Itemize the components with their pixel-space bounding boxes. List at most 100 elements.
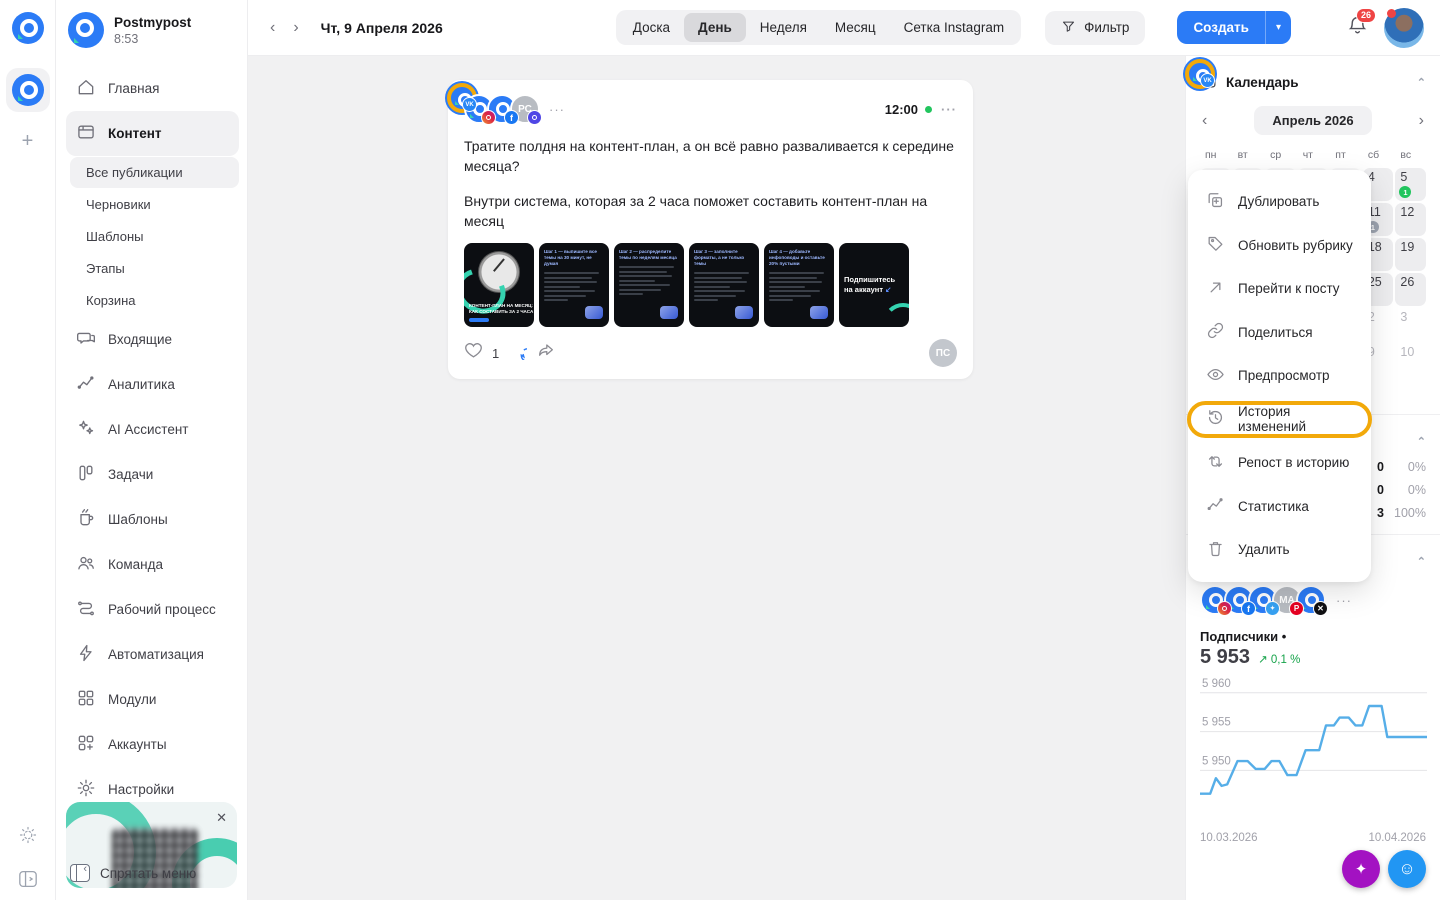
view-tab[interactable]: Неделя xyxy=(746,13,821,42)
calendar-day[interactable]: 3 xyxy=(1395,308,1426,341)
create-dropdown-button[interactable]: ▾ xyxy=(1265,11,1291,44)
collapse-analytics-icon[interactable]: ⌃ xyxy=(1417,555,1426,568)
share-icon[interactable] xyxy=(536,341,556,365)
menu-item-history[interactable]: История изменений xyxy=(1188,398,1371,442)
ai-assistant-fab[interactable]: ✦ xyxy=(1342,850,1380,888)
menu-item-duplicate[interactable]: Дублировать xyxy=(1188,180,1371,224)
tag-icon xyxy=(1206,234,1225,256)
like-icon[interactable] xyxy=(464,341,483,365)
brand[interactable]: Postmypost 8:53 xyxy=(66,10,239,66)
duplicate-icon xyxy=(1206,191,1225,213)
content-icon xyxy=(76,122,96,145)
networks-more-icon[interactable]: ··· xyxy=(1336,593,1352,608)
sidebar-item-workflow[interactable]: Рабочий процесс xyxy=(66,587,239,632)
sidebar-subitem[interactable]: Все публикации xyxy=(70,157,239,188)
filter-button[interactable]: Фильтр xyxy=(1045,11,1145,45)
stats-icon xyxy=(1206,495,1225,517)
sidebar-item-label: AI Ассистент xyxy=(108,422,188,437)
view-tab[interactable]: День xyxy=(684,13,746,42)
notifications-button[interactable]: 26 xyxy=(1347,15,1368,41)
user-avatar[interactable] xyxy=(1384,8,1424,48)
view-tab[interactable]: Доска xyxy=(619,13,684,42)
sidebar-item-team[interactable]: Команда xyxy=(66,542,239,587)
sidebar-subitem[interactable]: Шаблоны xyxy=(70,221,239,252)
prev-day-button[interactable]: ‹ xyxy=(270,20,275,36)
post-thumbnail[interactable]: Шаг 4 — добавьте инфоповоды и оставьте 2… xyxy=(764,243,834,327)
menu-item-repost[interactable]: Репост в историю xyxy=(1188,441,1371,485)
add-workspace-button[interactable]: + xyxy=(22,130,34,153)
next-day-button[interactable]: › xyxy=(293,20,298,36)
sidebar-subitem[interactable]: Корзина xyxy=(70,285,239,316)
sidebar-item-content[interactable]: Контент xyxy=(66,111,239,156)
sidebar-item-templates[interactable]: Шаблоны xyxy=(66,497,239,542)
thumbnail-3d-graphic xyxy=(660,306,678,319)
calendar-day[interactable]: 19 xyxy=(1395,238,1426,271)
thumbnail-text-bars xyxy=(544,272,604,301)
collapse-panel-icon[interactable] xyxy=(18,870,38,888)
sidebar-item-tasks[interactable]: Задачи xyxy=(66,452,239,497)
collapse-calendar-icon[interactable]: ⌃ xyxy=(1417,76,1426,89)
sidebar-item-accounts[interactable]: Аккаунты xyxy=(66,722,239,767)
support-chat-fab[interactable]: ☺ xyxy=(1388,850,1426,888)
menu-item-trash[interactable]: Удалить xyxy=(1188,528,1371,572)
sidebar: Postmypost 8:53 ГлавнаяКонтентВсе публик… xyxy=(56,0,248,900)
sidebar-item-home[interactable]: Главная xyxy=(66,66,239,111)
sidebar-subitem[interactable]: Этапы xyxy=(70,253,239,284)
hide-menu-icon xyxy=(70,864,90,882)
menu-item-link[interactable]: Поделиться xyxy=(1188,311,1371,355)
comment-icon[interactable] xyxy=(508,341,527,365)
menu-item-stats[interactable]: Статистика xyxy=(1188,485,1371,529)
sidebar-item-analytics[interactable]: Аналитика xyxy=(66,362,239,407)
workspace-logo-icon xyxy=(12,74,44,106)
banner-close-icon[interactable]: ✕ xyxy=(216,810,227,826)
topbar: ‹ › Чт, 9 Апреля 2026 ДоскаДеньНеделяМес… xyxy=(248,0,1440,56)
create-button[interactable]: Создать xyxy=(1177,11,1265,44)
menu-item-external-link[interactable]: Перейти к посту xyxy=(1188,267,1371,311)
month-selector[interactable]: Апрель 2026 xyxy=(1254,106,1371,135)
sidebar-item-label: Аккаунты xyxy=(108,737,167,752)
sidebar-item-automation[interactable]: Автоматизация xyxy=(66,632,239,677)
prev-month-button[interactable]: ‹ xyxy=(1202,113,1207,129)
workspace-switcher[interactable] xyxy=(6,68,50,112)
sidebar-item-inbox[interactable]: Входящие xyxy=(66,317,239,362)
weekday-header: пт xyxy=(1330,145,1361,166)
post-thumbnail[interactable]: КОНТЕНТ-ПЛАН НА МЕСЯЦ: КАК СОСТАВИТЬ ЗА … xyxy=(464,243,534,327)
view-tab[interactable]: Сетка Instagram xyxy=(890,13,1018,42)
post-thumbnail[interactable]: Шаг 2 — распределите темы по неделям мес… xyxy=(614,243,684,327)
post-thumbnail[interactable]: Подпишитесь на аккаунт ↙ xyxy=(839,243,909,327)
repost-icon xyxy=(1206,452,1225,474)
stage-percent: 0% xyxy=(1392,483,1426,497)
calendar-day[interactable]: 51 xyxy=(1395,168,1426,201)
menu-item-eye[interactable]: Предпросмотр xyxy=(1188,354,1371,398)
thumbnail-3d-graphic xyxy=(810,306,828,319)
team-icon xyxy=(76,553,96,576)
next-month-button[interactable]: › xyxy=(1419,113,1424,129)
subscribers-delta: ↗ 0,1 % xyxy=(1258,652,1300,666)
brightness-icon[interactable] xyxy=(19,826,37,844)
avatars-more-icon[interactable]: ··· xyxy=(549,102,565,117)
menu-item-tag[interactable]: Обновить рубрику xyxy=(1188,224,1371,268)
calendar-day[interactable]: 10 xyxy=(1395,343,1426,376)
view-tab[interactable]: Месяц xyxy=(821,13,890,42)
post-menu-icon[interactable]: ··· xyxy=(941,102,957,117)
calendar-day[interactable]: 26 xyxy=(1395,273,1426,306)
accounts-icon xyxy=(76,733,96,756)
postmypost-logo-icon[interactable] xyxy=(12,12,44,44)
analytics-network-avatars: VKf✦МАP✕··· xyxy=(1200,585,1426,615)
post-thumbnail[interactable]: Шаг 1 — выпишите все темы на 30 минут, н… xyxy=(539,243,609,327)
sidebar-item-modules[interactable]: Модули xyxy=(66,677,239,722)
calendar-title: Календарь xyxy=(1226,75,1299,90)
post-card[interactable]: VKfРС ··· 12:00 ··· Тратите полдня на ко… xyxy=(448,80,973,379)
calendar-day[interactable]: 12 xyxy=(1395,203,1426,236)
hide-menu-button[interactable]: Спрятать меню xyxy=(70,864,196,882)
author-avatar[interactable]: ПС xyxy=(929,339,957,367)
settings-icon xyxy=(76,778,96,801)
sidebar-subitem[interactable]: Черновики xyxy=(70,189,239,220)
stage-count: 0 xyxy=(1377,460,1384,474)
menu-item-label: Статистика xyxy=(1238,499,1309,514)
collapse-stages-icon[interactable]: ⌃ xyxy=(1417,435,1426,448)
sidebar-item-ai[interactable]: AI Ассистент xyxy=(66,407,239,452)
instagram-badge-icon xyxy=(1217,601,1232,616)
post-thumbnail[interactable]: Шаг 3 — заполните форматы, а не только т… xyxy=(689,243,759,327)
post-text: Тратите полдня на контент-план, а он всё… xyxy=(464,136,957,231)
